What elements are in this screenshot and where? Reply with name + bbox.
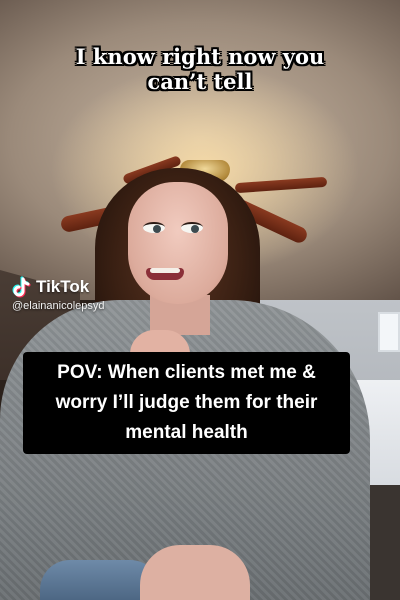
person-eye (181, 222, 203, 233)
pov-caption: POV: When clients met me & worry I’ll ju… (23, 352, 350, 454)
top-caption-line: can’t tell (147, 69, 253, 94)
video-frame[interactable]: I know right now you can’t tell TikTok @… (0, 0, 400, 600)
top-caption-line: I know right now you (75, 44, 325, 69)
window (378, 312, 400, 352)
person-hand (140, 545, 250, 600)
person-face (128, 182, 228, 304)
pov-caption-line: mental health (125, 422, 248, 443)
person-teeth (150, 268, 180, 273)
person-eye (143, 222, 165, 233)
top-caption: I know right now you can’t tell (0, 44, 400, 94)
tiktok-brand-label: TikTok (36, 277, 90, 296)
pov-caption-line: POV: When clients met me & (57, 362, 316, 383)
pov-caption-line: worry I’ll judge them for their (55, 392, 318, 413)
tiktok-watermark: TikTok @elainanicolepsyd (12, 276, 105, 312)
tiktok-logo-icon (12, 276, 32, 298)
creator-handle: @elainanicolepsyd (12, 300, 105, 312)
